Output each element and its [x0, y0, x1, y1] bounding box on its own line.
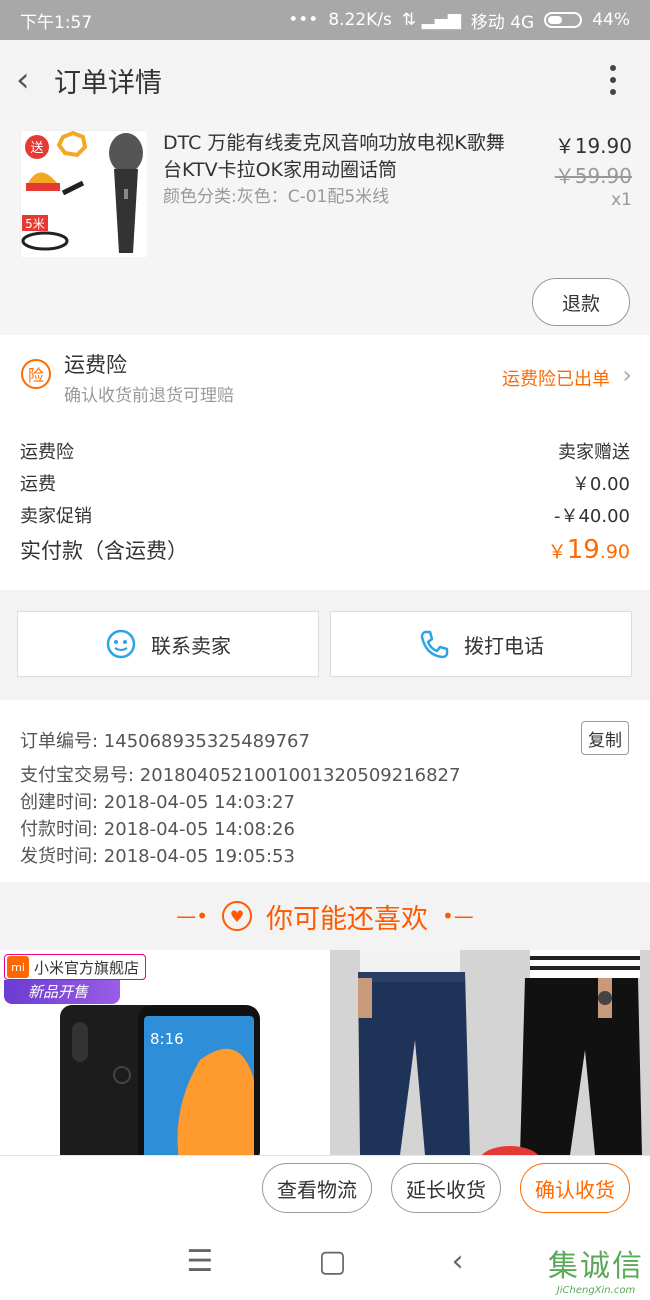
contact-seller-button[interactable]: 联系卖家	[17, 611, 319, 677]
product-name[interactable]: DTC 万能有线麦克风音响功放电视K歌舞台KTV卡拉OK家用动圈话筒	[163, 130, 513, 184]
length-badge: 5米	[25, 217, 45, 231]
recommend-item-jeans[interactable]	[330, 950, 650, 1155]
back-icon[interactable]: ‹	[452, 1244, 464, 1279]
chevron-right-icon[interactable]: ›	[622, 361, 632, 389]
store-name: 小米官方旗舰店	[34, 958, 140, 977]
mi-logo-icon: mi	[7, 956, 29, 978]
created-time: 创建时间: 2018-04-05 14:03:27	[20, 792, 295, 813]
summary-value: 卖家赠送	[558, 442, 630, 463]
status-bar: 下午1:57 ••• 8.22K/s ⇅ ▂▄▆ 移动 4G 44%	[0, 0, 650, 40]
recommend-title: 你可能还喜欢	[266, 903, 428, 935]
insurance-icon: 险	[21, 359, 51, 389]
divider-right: •—	[442, 904, 474, 928]
nav-bar: ‹ 订单详情	[0, 40, 650, 120]
original-price: ￥59.90	[554, 164, 632, 188]
home-icon[interactable]: ▢	[318, 1244, 346, 1279]
refund-button[interactable]: 退款	[532, 278, 630, 326]
total-paid-row: 实付款（含运费） ￥19.90	[20, 535, 630, 565]
more-vertical-icon[interactable]	[610, 65, 620, 95]
summary-row-insurance: 运费险 卖家赠送	[20, 438, 630, 464]
shipped-time: 发货时间: 2018-04-05 19:05:53	[20, 846, 295, 867]
extend-receipt-button[interactable]: 延长收货	[391, 1163, 501, 1213]
gift-badge: 送	[30, 141, 43, 156]
page-title: 订单详情	[54, 67, 162, 99]
view-logistics-button[interactable]: 查看物流	[262, 1163, 372, 1213]
more-dots-icon: •••	[288, 10, 319, 30]
heart-icon: ♥	[222, 901, 252, 931]
network-speed: 8.22K/s	[328, 10, 392, 30]
insurance-subtitle: 确认收货前退货可理赔	[64, 386, 234, 406]
alipay-trade-number: 支付宝交易号: 2018040521001001320509216827	[20, 765, 461, 786]
confirm-receipt-button[interactable]: 确认收货	[520, 1163, 630, 1213]
recommend-item-phone[interactable]: 8:16 mi 小米官方旗舰店 新品开售	[0, 950, 320, 1155]
battery-icon	[544, 12, 583, 28]
recommend-header: —• ♥ 你可能还喜欢 •—	[0, 882, 650, 950]
phone-icon	[420, 630, 449, 659]
signal-icon: ⇅ ▂▄▆	[401, 10, 461, 30]
recommend-grid: 8:16 mi 小米官方旗舰店 新品开售	[0, 950, 650, 1155]
back-arrow-icon[interactable]: ‹	[16, 60, 46, 100]
phone-screen-time: 8:16	[150, 1030, 184, 1048]
call-phone-label: 拨打电话	[464, 633, 544, 658]
summary-label: 卖家促销	[20, 506, 92, 527]
call-phone-button[interactable]: 拨打电话	[330, 611, 632, 677]
store-badge: mi 小米官方旗舰店	[4, 954, 147, 980]
product-thumbnail[interactable]: 送 5米	[20, 130, 147, 257]
paid-time: 付款时间: 2018-04-05 14:08:26	[20, 819, 295, 840]
summary-value: ￥0.00	[571, 474, 630, 495]
payment-summary: 险 运费险 确认收货前退货可理赔 运费险已出单 › 运费险 卖家赠送 运费 ￥0…	[0, 335, 650, 590]
carrier: 移动 4G	[470, 12, 535, 33]
contact-bar: 联系卖家 拨打电话	[0, 600, 650, 685]
system-nav-bar: ☰ ▢ ‹ 集诚信 JiChengXin.com	[0, 1223, 650, 1300]
divider-left: —•	[176, 904, 208, 928]
copy-button[interactable]: 复制	[581, 721, 629, 755]
battery-level: 44%	[592, 10, 630, 30]
chat-bubble-icon	[106, 629, 136, 659]
product-sku: 颜色分类:灰色：C-01配5米线	[163, 187, 390, 207]
action-bar: 查看物流 延长收货 确认收货	[0, 1155, 650, 1223]
insurance-title: 运费险	[64, 353, 127, 377]
product-quantity: x1	[611, 190, 632, 210]
summary-label: 运费险	[20, 442, 74, 463]
watermark-text: 集诚信	[548, 1249, 644, 1284]
promo-tag: 新品开售	[4, 980, 120, 1004]
insurance-status-link[interactable]: 运费险已出单	[502, 365, 610, 391]
summary-row-shipping: 运费 ￥0.00	[20, 470, 630, 496]
status-time: 下午1:57	[20, 12, 93, 33]
menu-icon[interactable]: ☰	[186, 1244, 213, 1279]
total-label: 实付款（含运费）	[20, 539, 188, 563]
contact-seller-label: 联系卖家	[151, 633, 231, 658]
watermark-url: JiChengXin.com	[556, 1285, 636, 1296]
total-amount: ￥19.90	[547, 535, 630, 565]
product-card[interactable]: 送 5米 DTC 万能有线麦克风音响功放电视K歌舞台KTV卡拉OK家用动圈话筒 …	[0, 120, 650, 335]
order-info: 订单编号: 145068935325489767 复制 支付宝交易号: 2018…	[0, 700, 650, 882]
watermark: 集诚信 JiChengXin.com	[548, 1241, 644, 1296]
summary-row-promotion: 卖家促销 -￥40.00	[20, 502, 630, 528]
summary-value: -￥40.00	[553, 506, 630, 527]
product-price: ￥19.90	[554, 134, 632, 158]
order-number: 订单编号: 145068935325489767	[20, 731, 310, 752]
summary-label: 运费	[20, 474, 56, 495]
